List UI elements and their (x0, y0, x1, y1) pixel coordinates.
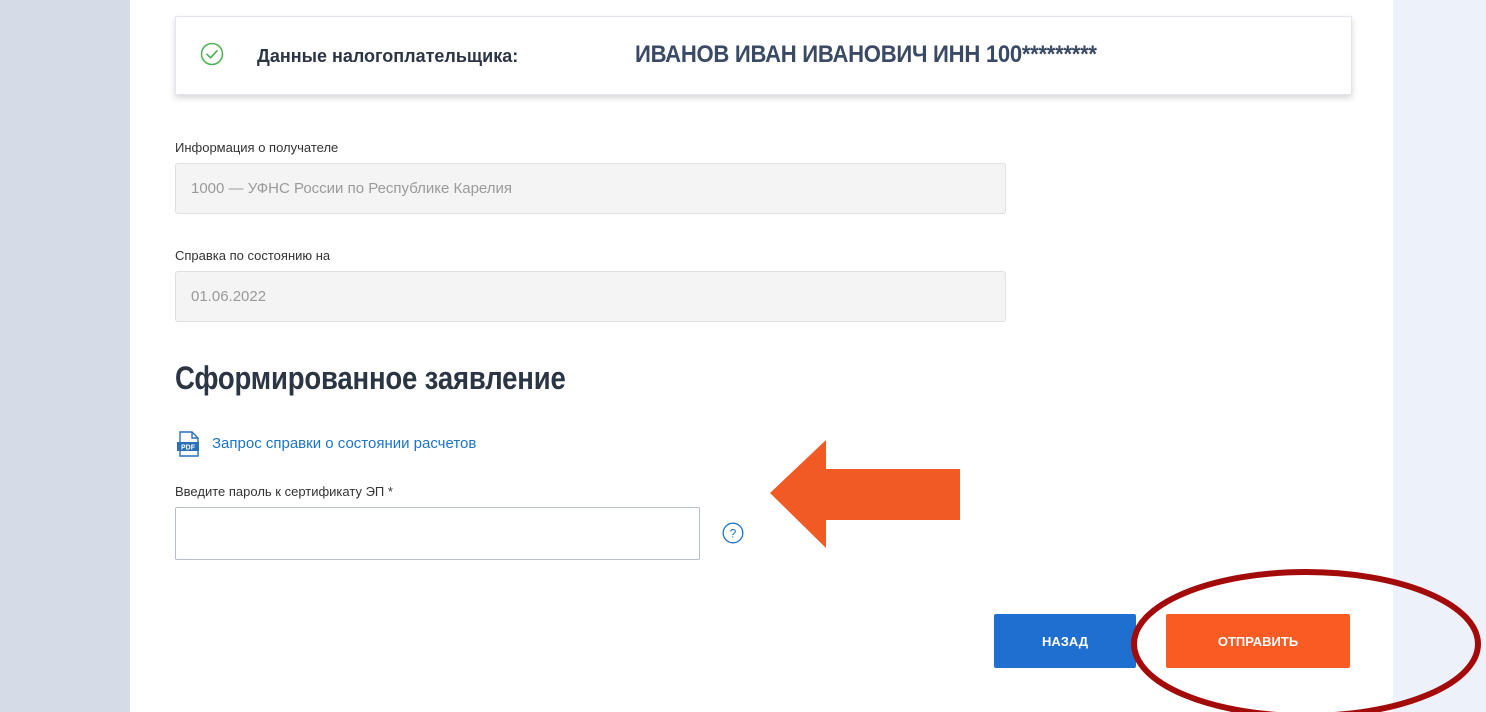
taxpayer-value: ИВАНОВ ИВАН ИВАНОВИЧ ИНН 100********* (635, 41, 1097, 68)
taxpayer-label: Данные налогоплательщика: (257, 46, 519, 66)
back-button[interactable]: НАЗАД (994, 614, 1136, 668)
svg-text:?: ? (730, 526, 737, 540)
recipient-field: 1000 — УФНС России по Республике Карелия (175, 163, 1006, 214)
annotation-arrow (770, 440, 960, 548)
section-title: Сформированное заявление (175, 360, 566, 396)
pdf-icon: PDF (177, 431, 199, 457)
check-circle-icon (200, 42, 224, 66)
send-button[interactable]: ОТПРАВИТЬ (1166, 614, 1350, 668)
pdf-download-link[interactable]: Запрос справки о состоянии расчетов (212, 435, 476, 452)
svg-text:PDF: PDF (181, 444, 196, 451)
report-date-label: Справка по состоянию на (175, 248, 331, 263)
main-content: Данные налогоплательщика: ИВАНОВ ИВАН ИВ… (129, 0, 1393, 712)
question-circle-icon[interactable]: ? (722, 522, 744, 544)
recipient-label: Информация о получателе (175, 140, 339, 155)
right-side-panel (1392, 0, 1486, 712)
password-label: Введите пароль к сертификату ЭП * (175, 484, 393, 499)
report-date-field: 01.06.2022 (175, 271, 1006, 322)
certificate-password-input[interactable] (175, 507, 700, 560)
taxpayer-card: Данные налогоплательщика: ИВАНОВ ИВАН ИВ… (175, 16, 1352, 95)
